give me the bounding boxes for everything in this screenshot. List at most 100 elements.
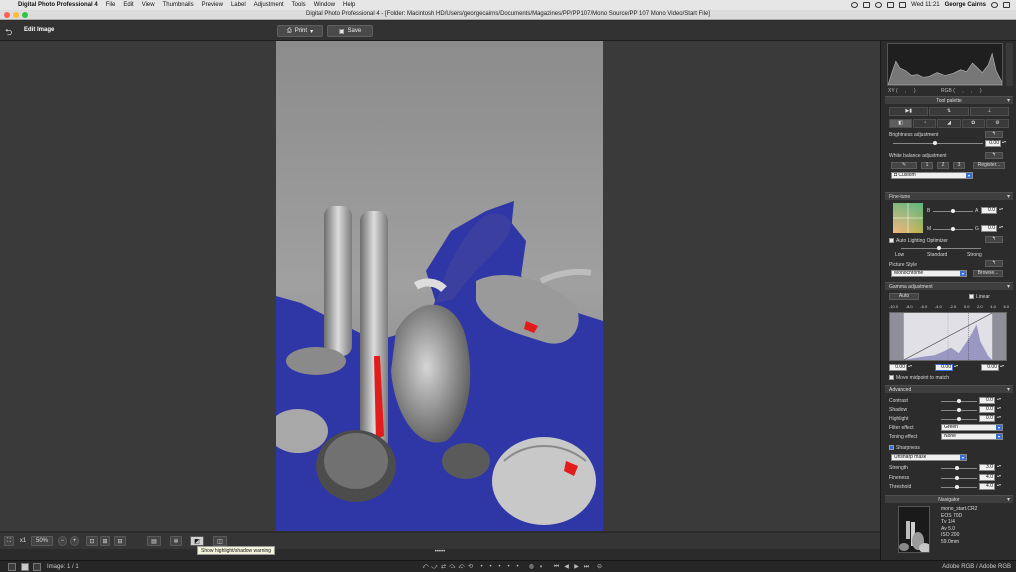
rating-2-icon[interactable]: •	[487, 564, 494, 570]
highlight-stepper[interactable]: ▴▾	[997, 415, 1001, 422]
shadow-value[interactable]: 0.0	[979, 406, 995, 413]
spotlight-icon[interactable]	[991, 2, 998, 8]
rating-1-icon[interactable]: •	[478, 564, 485, 570]
brightness-reset-button[interactable]: ↰	[985, 131, 1003, 138]
rating-4-icon[interactable]: •	[505, 564, 512, 570]
eyedropper-button[interactable]: ✎	[891, 162, 917, 169]
fine-tune-mg-slider[interactable]	[933, 227, 973, 231]
tab-settings[interactable]: ⚙	[985, 119, 1010, 128]
fine-tune-header[interactable]: Fine-tune ▾	[885, 192, 1013, 200]
gamma-curve-graph[interactable]	[889, 312, 1007, 361]
crop-tab-icon[interactable]: ⇅	[929, 107, 969, 116]
strength-value[interactable]: 3.0	[979, 464, 995, 471]
alo-strength-knob[interactable]	[937, 246, 941, 250]
brightness-slider[interactable]	[893, 141, 983, 145]
rating-5-icon[interactable]: •	[514, 564, 521, 570]
bluetooth-icon[interactable]	[863, 2, 871, 8]
flip-icon[interactable]: ⇄	[440, 564, 447, 570]
save-button[interactable]: ▣ Save	[327, 25, 373, 37]
grid-icon[interactable]: ⊞	[100, 536, 110, 546]
brightness-value[interactable]: 0.00	[985, 140, 1001, 147]
fine-tune-mg-knob[interactable]	[951, 227, 955, 231]
chevron-down-icon[interactable]: ▾	[1007, 386, 1010, 394]
gamma-linear-checkbox[interactable]	[969, 294, 974, 299]
battery-icon[interactable]	[899, 2, 907, 8]
wb-slot-3-button[interactable]: 3	[953, 162, 965, 169]
menu-edit[interactable]: Edit	[119, 2, 137, 8]
rotate-left-icon[interactable]: ⤺	[422, 564, 429, 570]
prev-image-icon[interactable]: ◀	[563, 564, 570, 570]
edit-view-icon[interactable]	[21, 563, 29, 571]
fine-tune-ba-knob[interactable]	[951, 209, 955, 213]
threshold-stepper[interactable]: ▴▾	[997, 483, 1001, 490]
menu-app-name[interactable]: Digital Photo Professional 4	[14, 2, 102, 8]
image-canvas[interactable]	[0, 41, 880, 531]
tool-icon-3[interactable]: ⟲	[467, 564, 474, 570]
chevron-down-icon[interactable]: ▾	[1007, 193, 1010, 201]
last-image-icon[interactable]: ⏭	[583, 564, 590, 570]
filter-effect-select[interactable]: Green ▾	[941, 424, 1003, 431]
menu-tools[interactable]: Tools	[288, 2, 310, 8]
chevron-down-icon[interactable]: ▾	[996, 434, 1002, 439]
zoom-level-select[interactable]: 50%	[31, 536, 53, 546]
gamma-header[interactable]: Gamma adjustment ▾	[885, 282, 1013, 290]
alo-checkbox[interactable]	[889, 238, 894, 243]
threshold-slider[interactable]	[941, 485, 977, 489]
contrast-stepper[interactable]: ▴▾	[997, 397, 1001, 404]
layout-icon[interactable]: ▤	[147, 536, 161, 546]
menu-window[interactable]: Window	[310, 2, 339, 8]
chevron-down-icon[interactable]: ▾	[1007, 283, 1010, 291]
menu-file[interactable]: File	[102, 2, 120, 8]
gamma-black-value[interactable]: 0.00	[889, 364, 907, 371]
status-menu-icon[interactable]	[851, 2, 859, 8]
fineness-knob[interactable]	[955, 476, 959, 480]
gamma-white-value[interactable]: 0.00	[981, 364, 999, 371]
picture-style-reset-button[interactable]: ↰	[985, 260, 1003, 267]
gamma-auto-button[interactable]: Auto	[889, 293, 919, 300]
navigator-thumbnail[interactable]	[898, 506, 930, 553]
first-image-icon[interactable]: ⏮	[553, 564, 560, 570]
fineness-stepper[interactable]: ▴▾	[997, 474, 1001, 481]
chevron-down-icon[interactable]: ▾	[310, 28, 313, 35]
notification-center-icon[interactable]	[1003, 2, 1010, 8]
contrast-value[interactable]: 0.0	[979, 397, 995, 404]
fit-to-window-button[interactable]: ⛶	[4, 536, 14, 546]
fine-tune-a-stepper[interactable]: ▴▾	[999, 207, 1003, 214]
fine-tune-ba-slider[interactable]	[933, 209, 973, 213]
zoom-in-button[interactable]: +	[70, 536, 79, 546]
wb-preset-select[interactable]: ◘ Custom ▾	[891, 172, 973, 179]
menu-preview[interactable]: Preview	[198, 2, 227, 8]
sharpness-checkbox[interactable]	[889, 445, 894, 450]
single-view-icon[interactable]	[8, 563, 16, 571]
chevron-down-icon[interactable]: ▾	[966, 173, 972, 178]
shadow-slider[interactable]	[941, 408, 977, 412]
chevron-down-icon[interactable]: ▾	[1007, 97, 1010, 105]
menubar-user[interactable]: George Cairns	[945, 2, 986, 8]
toning-effect-select[interactable]: None ▾	[941, 433, 1003, 440]
fine-tune-g-stepper[interactable]: ▴▾	[999, 225, 1003, 232]
preview-image[interactable]	[276, 41, 603, 531]
wifi-icon[interactable]	[875, 2, 883, 8]
reject-icon[interactable]: ◍	[528, 564, 535, 570]
wb-slot-2-button[interactable]: 2	[937, 162, 949, 169]
contrast-knob[interactable]	[957, 399, 961, 403]
white-balance-reset-button[interactable]: ↰	[985, 152, 1003, 159]
zoom-x1-button[interactable]: x1	[17, 536, 29, 546]
alo-strength-slider[interactable]	[901, 246, 981, 250]
back-icon[interactable]: ⮌	[5, 25, 12, 41]
volume-icon[interactable]	[887, 2, 895, 8]
chevron-down-icon[interactable]: ▾	[960, 455, 966, 460]
menu-view[interactable]: View	[138, 2, 159, 8]
strength-knob[interactable]	[955, 466, 959, 470]
tab-curve[interactable]: ◢	[937, 119, 961, 128]
navigator-header[interactable]: Navigator ▾	[885, 495, 1013, 503]
menu-thumbnails[interactable]: Thumbnails	[159, 2, 198, 8]
wb-slot-1-button[interactable]: 1	[921, 162, 933, 169]
brightness-slider-knob[interactable]	[933, 141, 937, 145]
menu-help[interactable]: Help	[339, 2, 359, 8]
tab-tone[interactable]: ◔	[913, 119, 937, 128]
tab-color[interactable]: ✿	[961, 119, 985, 128]
settings-gear-icon[interactable]: ✲	[170, 536, 182, 546]
gamma-mid-value[interactable]: 0.00	[935, 364, 953, 371]
shadow-stepper[interactable]: ▴▾	[997, 406, 1001, 413]
